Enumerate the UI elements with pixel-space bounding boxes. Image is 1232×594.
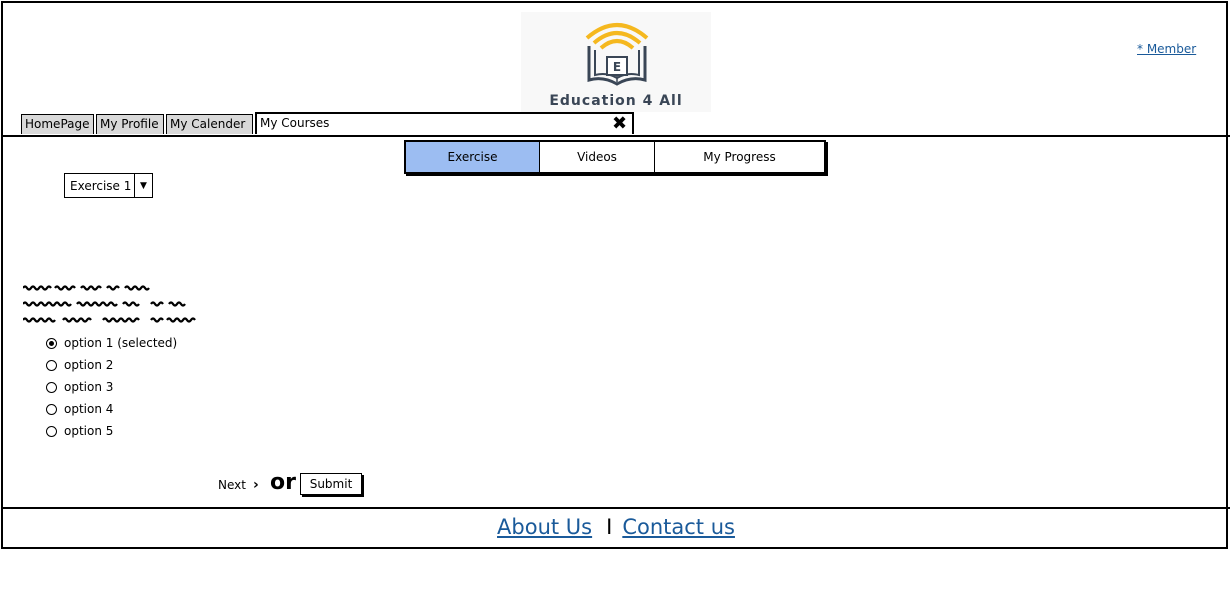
question-text-line-1 <box>23 285 150 291</box>
subtab-exercise[interactable]: Exercise <box>406 142 540 172</box>
radio-option-label: option 3 <box>64 380 114 394</box>
radio-option-label: option 4 <box>64 402 114 416</box>
radio-selected-icon[interactable] <box>46 337 57 349</box>
radio-option-4[interactable]: option 4 <box>46 401 113 417</box>
radio-option-2[interactable]: option 2 <box>46 357 113 373</box>
question-text-line-2 <box>23 301 186 307</box>
tab-homepage[interactable]: HomePage <box>21 114 94 134</box>
question-text-line-3 <box>23 317 196 323</box>
chevron-down-icon[interactable]: ▼ <box>134 174 152 197</box>
contact-us-link[interactable]: Contact us <box>622 515 735 539</box>
header-divider <box>1 135 1230 137</box>
submit-button[interactable]: Submit <box>300 473 362 495</box>
tab-my-courses[interactable]: My Courses ✖ <box>255 112 634 134</box>
member-link[interactable]: * Member <box>1137 42 1196 56</box>
about-us-link[interactable]: About Us <box>497 515 592 539</box>
radio-unselected-icon[interactable] <box>46 425 57 437</box>
radio-option-5[interactable]: option 5 <box>46 423 113 439</box>
radio-option-1[interactable]: option 1 (selected) <box>46 335 177 351</box>
exercise-select[interactable]: Exercise 1 ▼ <box>64 173 153 198</box>
education-logo-icon: E <box>585 23 649 86</box>
radio-unselected-icon[interactable] <box>46 403 57 415</box>
subtab-my-progress[interactable]: My Progress <box>655 142 824 172</box>
tab-my-profile[interactable]: My Profile <box>96 114 164 134</box>
or-separator: or <box>270 470 296 495</box>
footer-divider <box>1 507 1230 509</box>
course-subtabs: Exercise Videos My Progress <box>404 140 826 174</box>
subtab-videos[interactable]: Videos <box>540 142 655 172</box>
radio-option-label: option 2 <box>64 358 114 372</box>
logo-title: Education 4 All <box>549 93 683 109</box>
radio-option-3[interactable]: option 3 <box>46 379 113 395</box>
radio-option-label: option 1 (selected) <box>64 336 178 350</box>
next-label: Next <box>218 478 246 492</box>
chevron-right-icon: › <box>252 477 259 493</box>
tab-my-courses-label: My Courses <box>260 116 330 130</box>
close-icon[interactable]: ✖ <box>612 114 627 134</box>
exercise-select-value: Exercise 1 <box>70 178 132 193</box>
svg-text:E: E <box>613 60 621 74</box>
logo: E Education 4 All <box>521 12 711 112</box>
radio-option-label: option 5 <box>64 424 114 438</box>
tab-my-calender[interactable]: My Calender <box>166 114 253 134</box>
next-button[interactable]: Next › <box>218 477 259 493</box>
footer-separator: I <box>606 515 613 539</box>
radio-unselected-icon[interactable] <box>46 381 57 393</box>
radio-unselected-icon[interactable] <box>46 359 57 371</box>
footer: About Us I Contact us <box>0 515 1232 539</box>
